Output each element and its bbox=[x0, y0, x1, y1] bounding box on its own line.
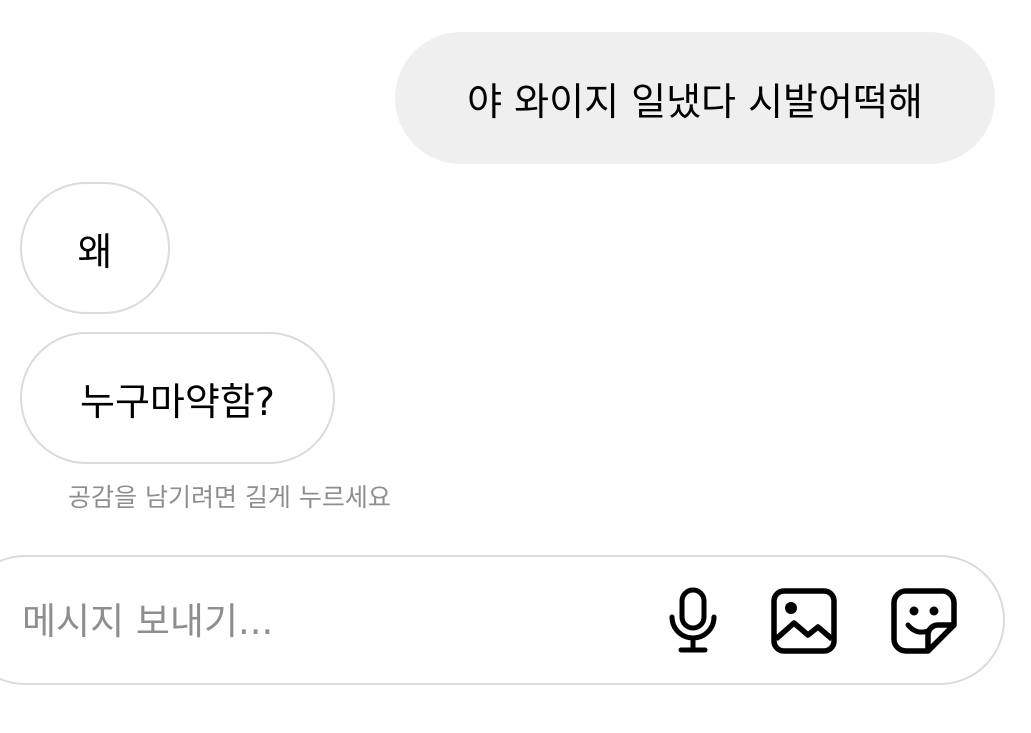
sticker-icon bbox=[891, 588, 957, 654]
microphone-icon bbox=[669, 587, 717, 653]
message-text: 야 와이지 일냈다 시발어떡해 bbox=[467, 79, 923, 124]
message-text: 누구마약함? bbox=[80, 379, 275, 424]
image-button[interactable] bbox=[768, 585, 840, 657]
message-bubble-incoming[interactable]: 왜 bbox=[20, 182, 170, 314]
microphone-button[interactable] bbox=[657, 585, 729, 657]
image-icon bbox=[771, 588, 837, 654]
reaction-hint: 공감을 남기려면 길게 누르세요 bbox=[68, 483, 391, 512]
sticker-button[interactable] bbox=[888, 585, 960, 657]
message-text: 왜 bbox=[77, 229, 113, 274]
message-bubble-outgoing[interactable]: 야 와이지 일냈다 시발어떡해 bbox=[395, 32, 995, 164]
message-bubble-incoming[interactable]: 누구마약함? bbox=[20, 332, 335, 464]
message-composer bbox=[0, 555, 1005, 685]
message-input[interactable] bbox=[22, 593, 602, 649]
dm-thread: 야 와이지 일냈다 시발어떡해 왜 누구마약함? 공감을 남기려면 길게 누르세… bbox=[0, 0, 1031, 733]
